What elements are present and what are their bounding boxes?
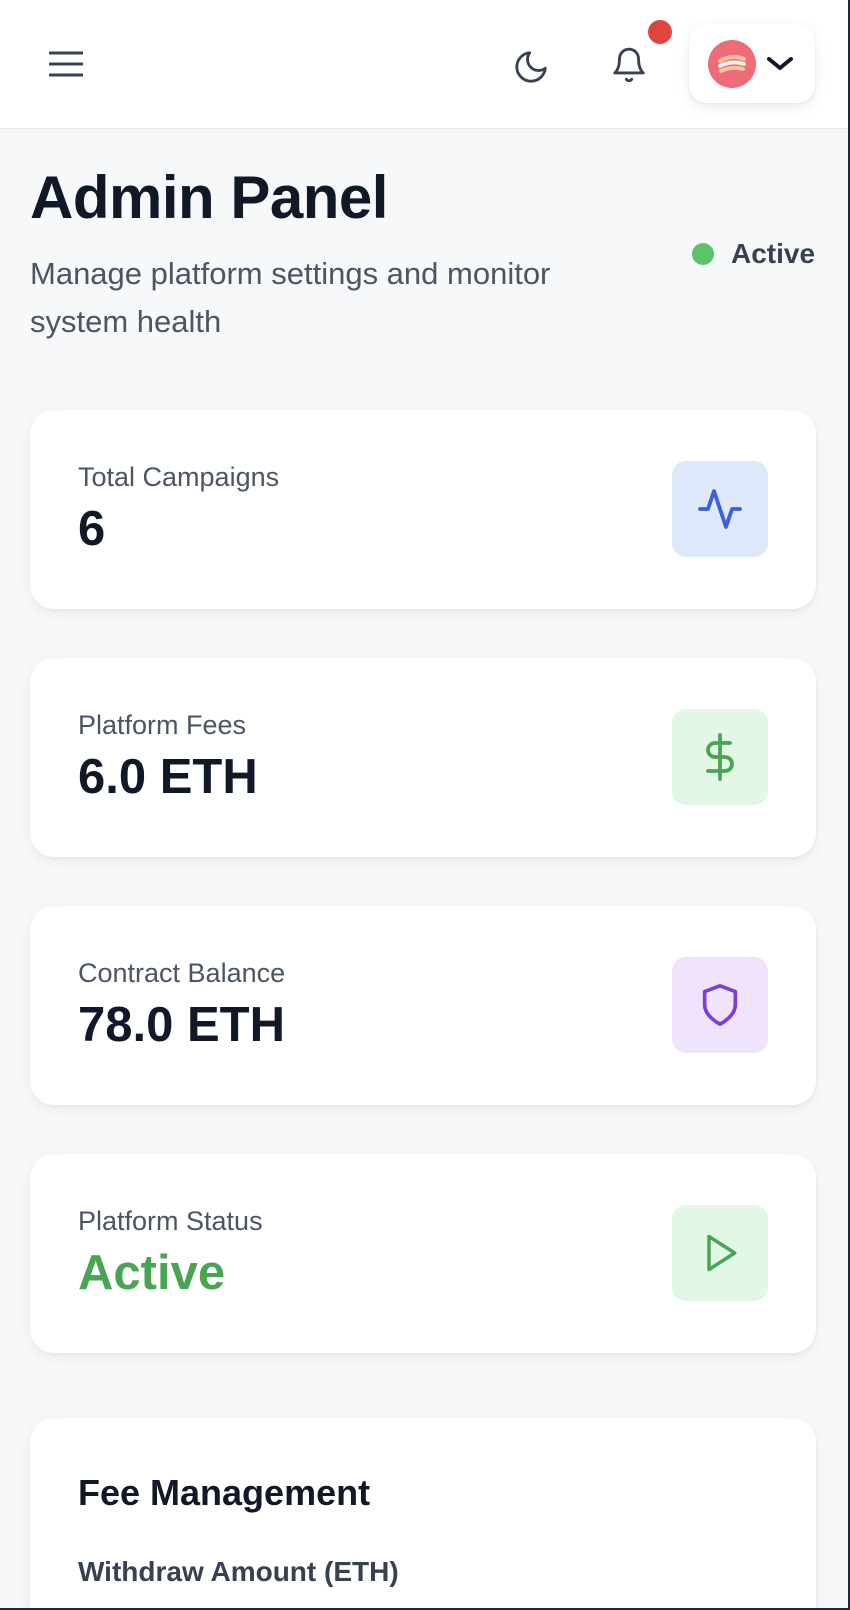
menu-button[interactable] <box>46 46 86 82</box>
stat-value: 78.0 ETH <box>78 998 285 1052</box>
theme-toggle-button[interactable] <box>508 44 554 90</box>
stat-label: Platform Fees <box>78 710 247 740</box>
stat-value: 6 <box>78 502 106 556</box>
activity-icon <box>698 489 742 529</box>
top-navbar <box>0 0 850 129</box>
stat-card-total-campaigns: Total Campaigns 6 <box>30 410 816 609</box>
stat-label: Platform Status <box>78 1206 263 1236</box>
profile-menu-button[interactable] <box>689 24 815 103</box>
stat-label: Contract Balance <box>78 958 286 988</box>
avatar-image-icon <box>718 54 746 73</box>
admin-page: Admin Panel Manage platform settings and… <box>0 0 850 1610</box>
avatar <box>708 39 756 88</box>
hamburger-menu-icon <box>49 51 83 77</box>
notification-badge <box>648 20 672 44</box>
stat-icon-box <box>672 709 768 805</box>
page-subtitle: Manage platform settings and monitor sys… <box>30 256 551 339</box>
stat-value: 6.0 ETH <box>78 750 258 804</box>
withdraw-amount-label: Withdraw Amount (ETH) <box>78 1556 399 1587</box>
status-label: Active <box>731 238 816 269</box>
play-icon <box>707 1234 737 1272</box>
fee-management-title: Fee Management <box>78 1472 371 1513</box>
page-title: Admin Panel <box>30 164 388 231</box>
stat-icon-box <box>672 957 768 1053</box>
chevron-down-icon <box>766 55 794 73</box>
status-dot <box>692 243 714 265</box>
stat-icon-box <box>672 1205 768 1301</box>
shield-icon <box>702 984 738 1026</box>
dollar-icon <box>706 733 734 781</box>
stat-card-platform-status: Platform Status Active <box>30 1154 816 1353</box>
platform-status-indicator: Active <box>692 232 815 276</box>
stat-card-contract-balance: Contract Balance 78.0 ETH <box>30 906 816 1105</box>
stat-icon-box <box>672 461 768 557</box>
bell-icon <box>613 47 645 83</box>
notifications-button[interactable] <box>604 40 654 90</box>
stat-label: Total Campaigns <box>78 462 280 492</box>
moon-icon <box>515 51 547 83</box>
fee-management-card: Fee Management Withdraw Amount (ETH) <box>30 1418 816 1610</box>
stat-value: Active <box>78 1246 226 1300</box>
stat-card-platform-fees: Platform Fees 6.0 ETH <box>30 658 816 857</box>
